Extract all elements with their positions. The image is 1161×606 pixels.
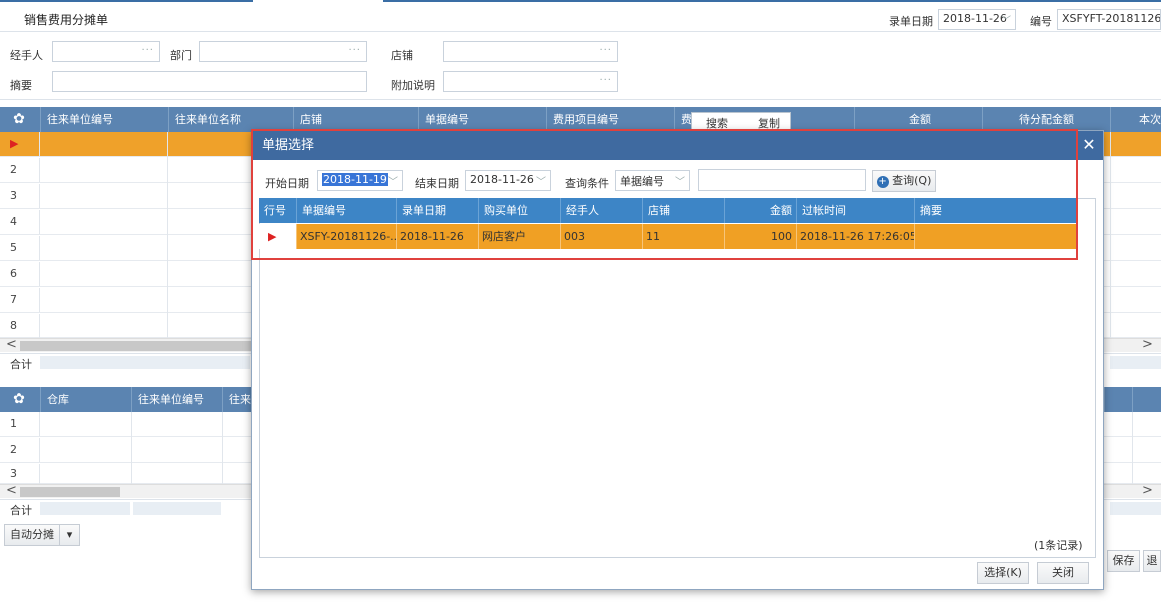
dept-field[interactable]: ··· (199, 41, 367, 62)
total-cell (1110, 356, 1161, 369)
row-number: 3 (0, 464, 40, 484)
note-field[interactable]: ··· (443, 71, 618, 92)
scroll-thumb[interactable] (20, 487, 120, 497)
total-label: 合计 (10, 358, 32, 371)
row-number: 7 (0, 288, 40, 312)
total-label: 合计 (10, 504, 32, 517)
col-divider (1110, 132, 1111, 338)
scroll-left-icon[interactable]: < (6, 337, 17, 352)
gear-icon[interactable]: ✿ (0, 107, 38, 132)
form-divider (0, 99, 1161, 100)
ellipsis-icon: ··· (141, 45, 154, 56)
doc-number-field[interactable]: XSFYFT-20181126-00 (1057, 9, 1161, 30)
scroll-left-icon[interactable]: < (6, 483, 17, 498)
summary-label: 摘要 (10, 79, 32, 92)
store-label: 店铺 (391, 49, 413, 62)
col-divider (131, 412, 132, 484)
page-title: 销售费用分摊单 (24, 13, 109, 27)
row-number: 5 (0, 236, 40, 260)
select-button[interactable]: 选择(K) (977, 562, 1029, 584)
scroll-right-icon[interactable]: > (1142, 483, 1153, 498)
row-number: 3 (0, 184, 40, 208)
row-number: 2 (0, 158, 40, 182)
store-field[interactable]: ··· (443, 41, 618, 62)
caret-down-icon: ▾ (66, 528, 73, 541)
scroll-right-icon[interactable]: > (1142, 337, 1153, 352)
doc-number-value: XSFYFT-20181126-00 (1062, 12, 1161, 25)
record-count: (1条记录) (1034, 539, 1083, 552)
col-partner-code[interactable]: 往来单位编号 (131, 387, 222, 412)
total-cell (40, 502, 130, 515)
record-date-field[interactable]: 2018-11-26 ﹀ (938, 9, 1016, 30)
auto-split-button[interactable]: 自动分摊 (4, 524, 60, 546)
summary-field[interactable] (52, 71, 367, 92)
total-cell (40, 356, 250, 369)
date-label: 录单日期 (889, 15, 933, 28)
col-divider (1132, 412, 1133, 484)
row-number: 8 (0, 314, 40, 338)
total-cell (1110, 502, 1161, 515)
close-button[interactable]: 关闭 (1037, 562, 1089, 584)
col-divider (167, 132, 168, 338)
exit-button[interactable]: 退 (1143, 550, 1161, 572)
handler-field[interactable]: ··· (52, 41, 160, 62)
ellipsis-icon: ··· (599, 75, 612, 86)
row-number: 6 (0, 262, 40, 286)
no-label: 编号 (1030, 15, 1052, 28)
note-label: 附加说明 (391, 79, 435, 92)
ellipsis-icon: ··· (348, 45, 361, 56)
col-partner[interactable]: 往来 (222, 387, 252, 412)
row-number: 2 (0, 438, 40, 462)
dept-label: 部门 (170, 49, 192, 62)
header-divider (0, 31, 1161, 32)
row-number: 1 (0, 412, 40, 436)
col-divider (222, 412, 223, 484)
save-button[interactable]: 保存 (1107, 550, 1140, 572)
auto-split-dropdown[interactable]: ▾ (59, 524, 80, 546)
ellipsis-icon: ··· (599, 45, 612, 56)
row-marker: ▶ (0, 132, 40, 156)
gear-icon[interactable]: ✿ (0, 387, 38, 412)
col-warehouse[interactable]: 仓库 (40, 387, 131, 412)
top-border (0, 0, 1161, 2)
row-number: 4 (0, 210, 40, 234)
col-extra[interactable] (1104, 387, 1132, 412)
highlight-box (251, 129, 1078, 260)
handler-label: 经手人 (10, 49, 43, 62)
chevron-down-icon: ﹀ (1001, 16, 1011, 27)
total-cell (133, 502, 221, 515)
close-icon[interactable]: ✕ (1079, 131, 1099, 160)
col-extra[interactable] (1132, 387, 1161, 412)
record-date-value: 2018-11-26 (943, 12, 1007, 25)
col-partner-code[interactable]: 往来单位编号 (40, 107, 168, 132)
scroll-thumb[interactable] (20, 341, 260, 351)
col-this-time[interactable]: 本次 (1110, 107, 1161, 132)
